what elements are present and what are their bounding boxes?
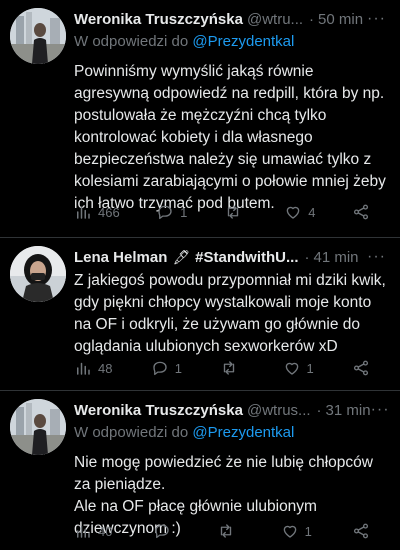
- separator-dot: ·: [316, 401, 322, 419]
- analytics-icon: [77, 525, 90, 538]
- tweet-actions: 466 1 4: [74, 203, 370, 221]
- reply-button[interactable]: 1: [156, 203, 187, 221]
- author-name[interactable]: Weronika Truszczyńska: [74, 11, 243, 28]
- heart-icon: [283, 525, 296, 538]
- share-button[interactable]: [352, 359, 370, 377]
- timestamp[interactable]: 31 min: [326, 402, 371, 419]
- retweet-button[interactable]: [217, 522, 241, 540]
- retweet-button[interactable]: [224, 203, 248, 221]
- views-count: 40: [98, 523, 113, 539]
- reply-icon: [154, 524, 169, 539]
- like-button[interactable]: 1: [283, 359, 314, 377]
- tweet-header: Weronika Truszczyńska @wtru... · 50 min …: [74, 8, 392, 30]
- separator-dot: ·: [309, 10, 315, 28]
- author-name[interactable]: Lena Helman: [74, 249, 167, 266]
- reply-button[interactable]: [153, 522, 177, 540]
- analytics-icon: [77, 206, 90, 219]
- more-options-icon[interactable]: ···: [371, 401, 392, 419]
- more-options-icon[interactable]: ···: [367, 10, 392, 28]
- reply-context: W odpowiedzi do @Prezydentkal: [74, 33, 392, 55]
- tweet-text: Powinniśmy wymyślić jakąś równie agresyw…: [74, 63, 386, 212]
- reply-prefix: W odpowiedzi do: [74, 33, 189, 50]
- tweet-actions: 48 1 1: [74, 359, 370, 377]
- share-icon: [353, 523, 369, 539]
- retweet-icon: [227, 205, 239, 219]
- tweet-actions: 40 1: [74, 522, 370, 540]
- share-icon: [353, 204, 369, 220]
- heart-icon: [286, 206, 300, 219]
- author-name-suffix[interactable]: #StandwithU...: [195, 249, 298, 266]
- views-count: 466: [98, 204, 120, 220]
- analytics-icon: [77, 362, 90, 375]
- tweet[interactable]: Lena Helman 🖋 #StandwithU... · 41 min ··…: [0, 238, 400, 390]
- retweet-button[interactable]: [220, 359, 244, 377]
- pen-emoji: 🖋: [172, 248, 191, 265]
- author-name[interactable]: Weronika Truszczyńska: [74, 402, 243, 419]
- avatar[interactable]: [10, 399, 66, 455]
- reply-icon: [153, 361, 167, 376]
- tweet-thread: Weronika Truszczyńska @wtru... · 50 min …: [0, 0, 400, 550]
- views-button[interactable]: 48: [74, 359, 112, 377]
- views-button[interactable]: 466: [74, 203, 120, 221]
- tweet-text: Z jakiegoś powodu przypomniał mi dziki k…: [74, 272, 386, 355]
- retweet-icon: [220, 524, 231, 538]
- tweet[interactable]: Weronika Truszczyńska @wtru... · 50 min …: [0, 0, 400, 237]
- like-button[interactable]: 4: [284, 203, 316, 221]
- author-handle[interactable]: @wtru...: [247, 11, 303, 28]
- reply-count: 1: [174, 360, 182, 376]
- avatar[interactable]: [10, 8, 66, 64]
- tweet-header: Lena Helman 🖋 #StandwithU... · 41 min ··…: [74, 246, 392, 268]
- reply-context: W odpowiedzi do @Prezydentkal: [74, 424, 392, 446]
- reply-mention-link[interactable]: @Prezydentkal: [192, 424, 294, 441]
- tweet[interactable]: Weronika Truszczyńska @wtrus... · 31 min…: [0, 391, 400, 550]
- avatar[interactable]: [10, 246, 66, 302]
- reply-icon: [158, 205, 172, 220]
- timestamp[interactable]: 41 min: [314, 249, 359, 266]
- share-icon: [353, 360, 369, 376]
- like-button[interactable]: 1: [281, 522, 312, 540]
- reply-button[interactable]: 1: [151, 359, 182, 377]
- separator-dot: ·: [304, 248, 310, 266]
- like-count: 1: [304, 523, 312, 539]
- more-options-icon[interactable]: ···: [367, 248, 392, 266]
- share-button[interactable]: [352, 203, 370, 221]
- views-button[interactable]: 40: [74, 522, 112, 540]
- retweet-icon: [224, 361, 235, 375]
- reply-prefix: W odpowiedzi do: [74, 424, 189, 441]
- reply-count: 1: [180, 204, 188, 220]
- views-count: 48: [98, 360, 113, 376]
- like-count: 4: [308, 204, 316, 220]
- author-handle[interactable]: @wtrus...: [247, 402, 311, 419]
- reply-mention-link[interactable]: @Prezydentkal: [192, 33, 294, 50]
- tweet-header: Weronika Truszczyńska @wtrus... · 31 min…: [74, 399, 392, 421]
- share-button[interactable]: [352, 522, 370, 540]
- like-count: 1: [306, 360, 314, 376]
- heart-icon: [285, 362, 298, 375]
- timestamp[interactable]: 50 min: [318, 11, 363, 28]
